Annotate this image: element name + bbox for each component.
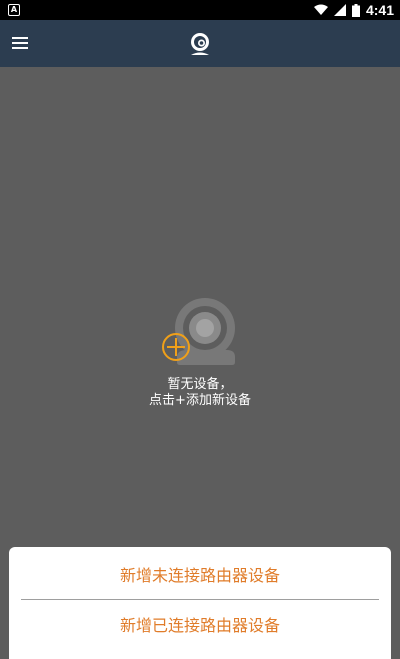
signal-icon — [333, 4, 346, 16]
menu-icon — [12, 37, 28, 49]
wifi-icon — [313, 4, 328, 15]
empty-hint: 点击+添加新设备 — [149, 393, 251, 408]
empty-title: 暂无设备， — [167, 377, 233, 392]
add-connected-router-device-button[interactable]: 新增已连接路由器设备 — [9, 599, 391, 649]
status-bar: A 4:41 — [0, 0, 400, 20]
menu-button[interactable] — [10, 33, 30, 53]
battery-icon — [351, 3, 360, 17]
add-device-sheet: 新增未连接路由器设备 新增已连接路由器设备 — [9, 547, 391, 659]
add-unconnected-router-device-button[interactable]: 新增未连接路由器设备 — [9, 549, 391, 599]
notification-icon: A — [8, 4, 20, 16]
add-camera-icon[interactable] — [155, 295, 245, 375]
app-bar — [0, 20, 400, 67]
empty-state[interactable]: 暂无设备， 点击+添加新设备 — [0, 295, 400, 409]
status-time: 4:41 — [365, 2, 394, 18]
camera-logo-icon — [191, 32, 209, 55]
